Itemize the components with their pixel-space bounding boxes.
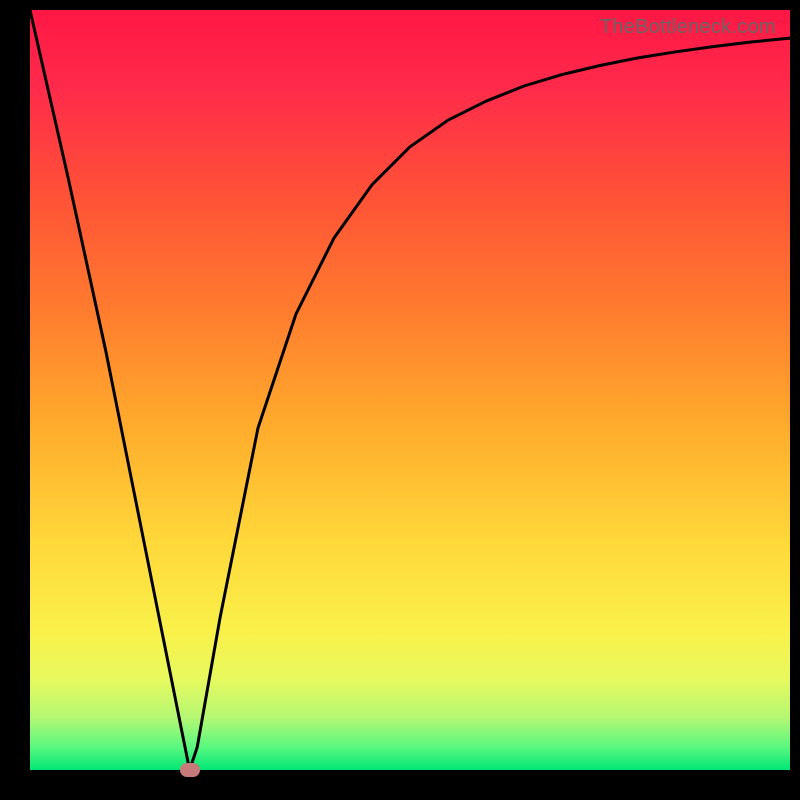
chart-canvas: TheBottleneck.com <box>0 0 800 800</box>
optimal-point-marker <box>180 763 200 777</box>
plot-area: TheBottleneck.com <box>30 10 790 770</box>
bottleneck-curve <box>30 10 790 770</box>
